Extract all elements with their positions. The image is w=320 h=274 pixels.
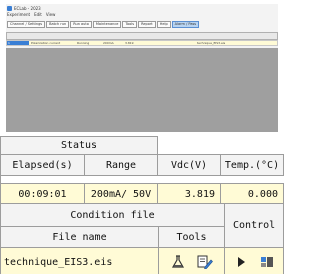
menu-item-edit[interactable]: Edit xyxy=(34,12,42,18)
condition-table: Condition file Control File name Tools t… xyxy=(0,203,285,274)
flask-icon[interactable] xyxy=(168,253,188,271)
row-voltage: 3.819 xyxy=(125,41,134,45)
elapsed-header: Elapsed(s) xyxy=(0,154,85,176)
row-id: 1 xyxy=(8,41,10,45)
tools-cell xyxy=(157,247,226,274)
control-cell xyxy=(224,247,285,274)
channel-table-row[interactable]: 1 Polarization current Running 200mA 3.8… xyxy=(6,40,278,46)
condition-file-title: Condition file xyxy=(0,203,226,227)
toolbar-button-batch[interactable]: Batch run xyxy=(46,21,70,28)
toolbar-button-tools[interactable]: Tools xyxy=(122,21,138,28)
status-title: Status xyxy=(0,136,158,155)
vdc-header: Vdc(V) xyxy=(157,154,221,176)
channel-table-header xyxy=(6,32,278,40)
control-header: Control xyxy=(224,203,285,248)
toolbar-button-maintenance[interactable]: Maintenance xyxy=(92,21,122,28)
toolbar-button-run[interactable]: Run auto xyxy=(70,21,92,28)
window-titlebar: ECLab - 2023 xyxy=(6,4,278,12)
stop-icon[interactable] xyxy=(257,253,277,271)
row-name: Polarization current xyxy=(31,41,61,45)
toolbar: Channel / Settings Batch run Run auto Ma… xyxy=(6,21,278,30)
app-icon xyxy=(7,5,12,11)
row-status: Running xyxy=(77,41,90,45)
row-file: technique_EIS3.eis xyxy=(197,41,226,45)
range-header: Range xyxy=(84,154,158,176)
status-table: Status Elapsed(s) Range Vdc(V) Temp.(°C)… xyxy=(0,136,284,206)
toolbar-button-help[interactable]: Help xyxy=(156,21,171,28)
window-title: ECLab - 2023 xyxy=(14,5,41,11)
background-app-window: ECLab - 2023 Experiment Edit View Channe… xyxy=(6,4,278,132)
empty-workspace xyxy=(6,48,278,132)
toolbar-button-alarm[interactable]: Alarm / Pass xyxy=(171,21,200,28)
channel-detail-panel: Status Elapsed(s) Range Vdc(V) Temp.(°C)… xyxy=(0,132,285,274)
toolbar-button-channel[interactable]: Channel / Settings xyxy=(7,21,46,28)
row-selection-highlight xyxy=(7,41,29,45)
menu-item-view[interactable]: View xyxy=(46,12,56,18)
temp-header: Temp.(°C) xyxy=(220,154,284,176)
play-icon[interactable] xyxy=(231,253,251,271)
tools-header: Tools xyxy=(157,226,226,248)
condition-file-name[interactable]: technique_EIS3.eis xyxy=(0,247,159,274)
toolbar-button-report[interactable]: Report xyxy=(138,21,156,28)
edit-document-icon[interactable] xyxy=(195,253,215,271)
menu-item-experiment[interactable]: Experiment xyxy=(7,12,30,18)
row-range: 200mA xyxy=(103,41,114,45)
file-name-header: File name xyxy=(0,226,159,248)
menu-bar: Experiment Edit View xyxy=(6,12,278,18)
